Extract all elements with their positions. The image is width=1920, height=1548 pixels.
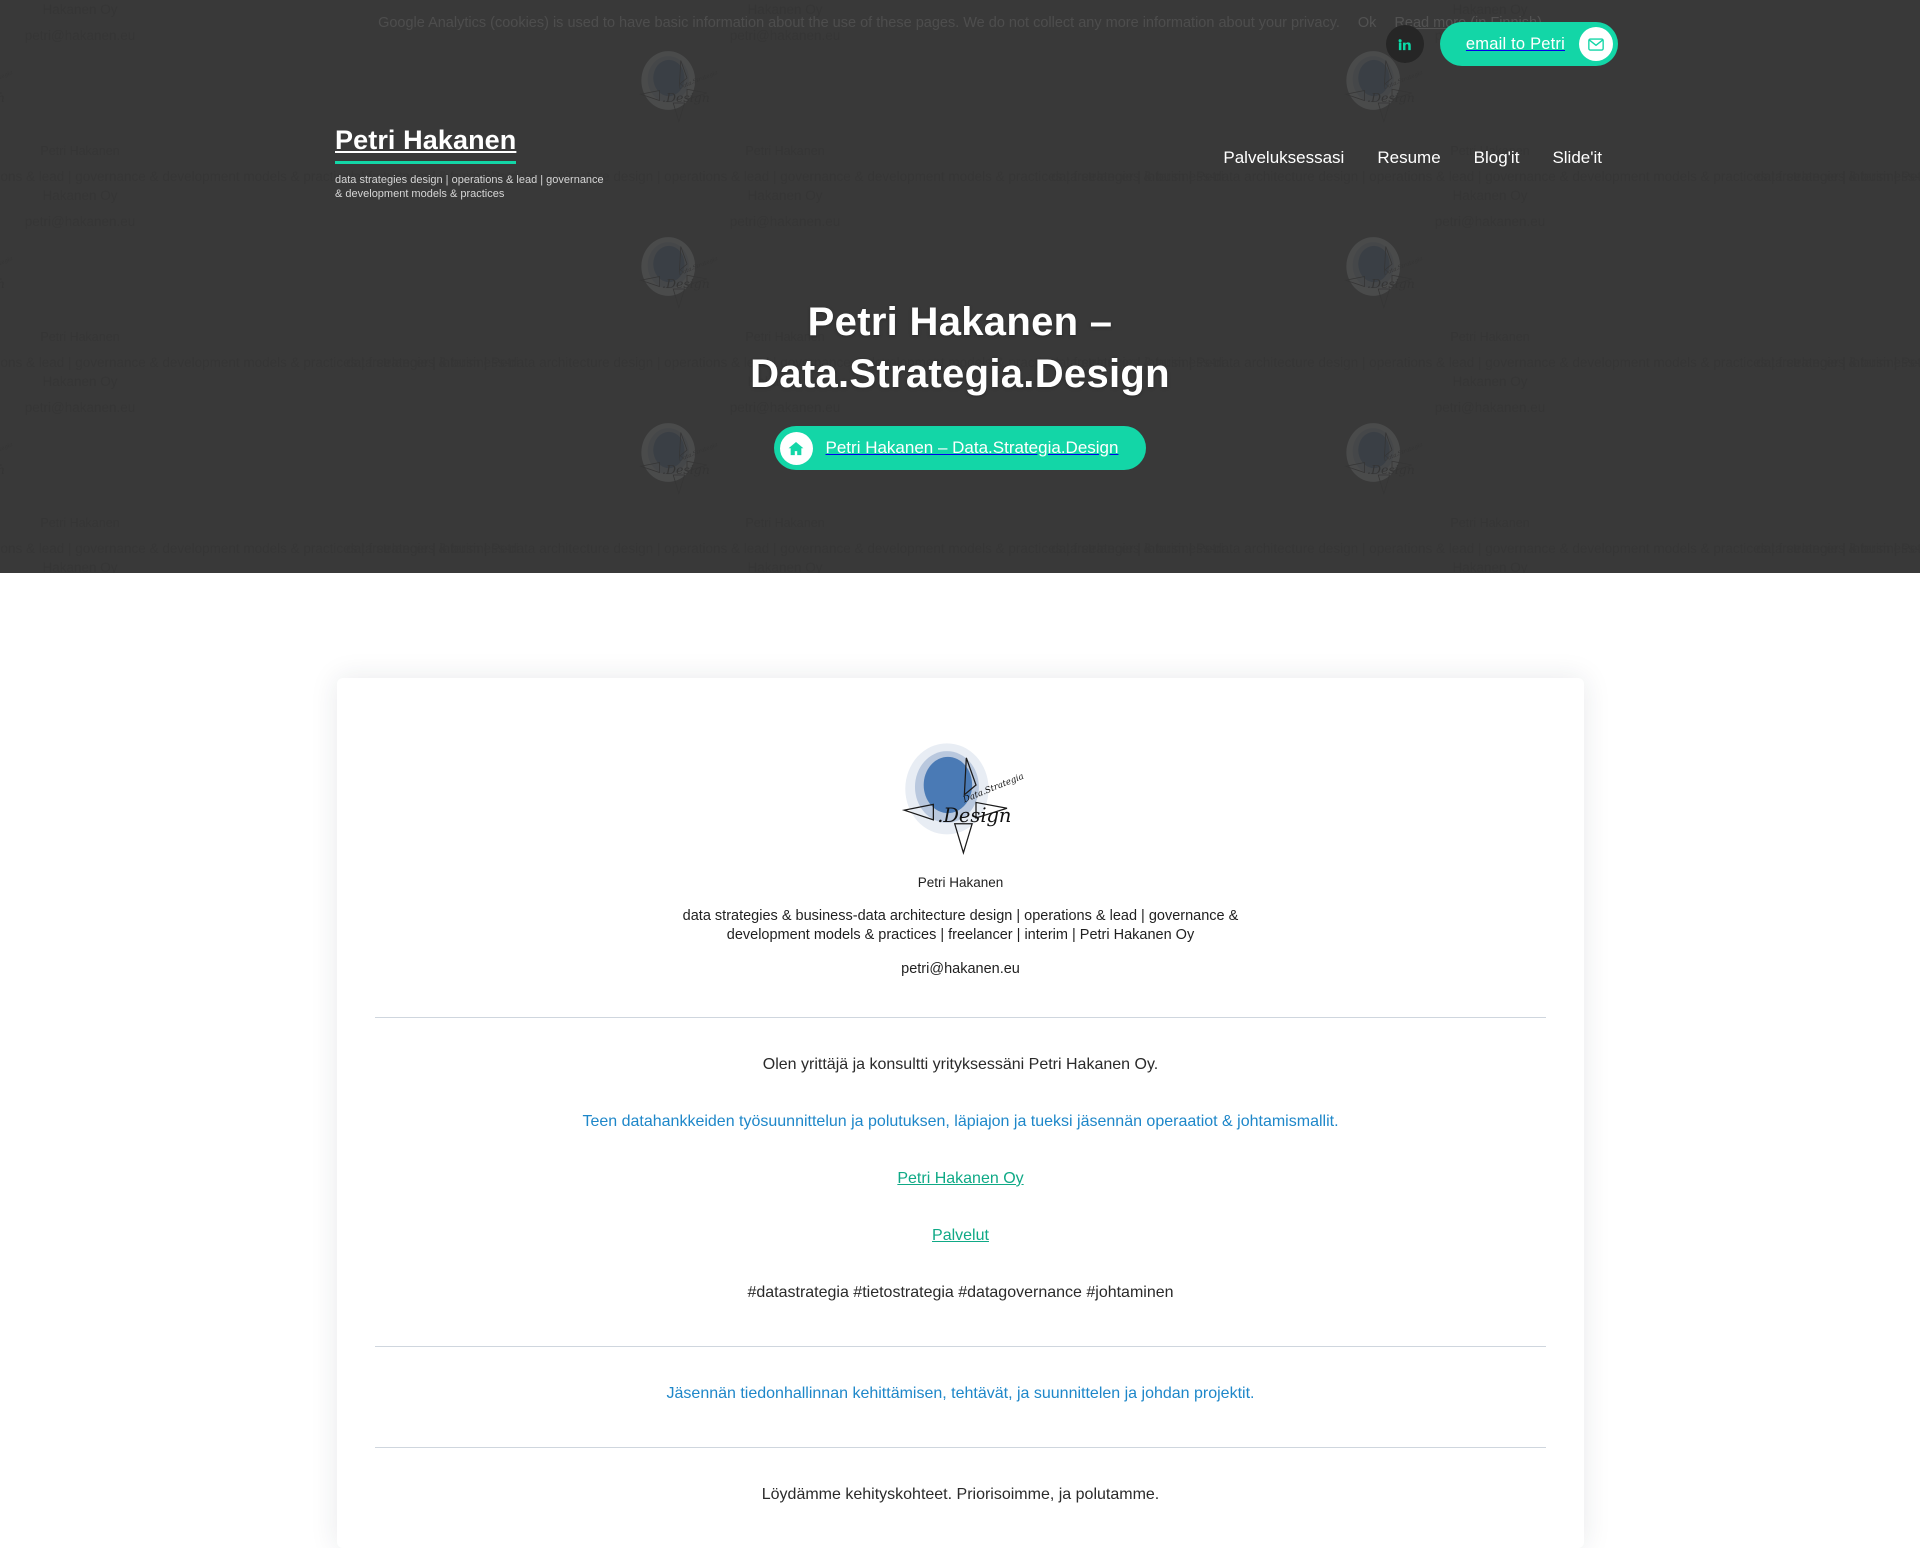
card-body-block: Olen yrittäjä ja konsultti yrityksessäni… [357,1052,1564,1306]
card-body-block-2: Jäsennän tiedonhallinnan kehittämisen, t… [357,1381,1564,1407]
site-title-link[interactable]: Petri Hakanen [335,125,517,164]
site-tagline: data strategies design | operations & le… [335,174,604,200]
card-description: data strategies & business-data architec… [357,907,1564,945]
linkedin-button[interactable] [1385,25,1424,63]
card-email: petri@hakanen.eu [901,961,1020,977]
site-header: Petri Hakanen data strategies design | o… [0,0,1920,212]
envelope-icon-circle [1579,27,1613,61]
linkedin-icon [1398,38,1412,50]
svg-text:.Design: .Design [937,804,1011,827]
hero-title-line2: Data.Strategia.Design [750,352,1170,396]
email-to-petri-button[interactable]: email to Petri [1439,22,1618,66]
card-author-name: Petri Hakanen [917,875,1004,890]
paragraph-dark-2: Löydämme kehityskohteet. Priorisoimme, j… [761,1486,1160,1503]
brand-logo-mark: .Design Data.Strategia [883,738,1038,863]
card-body-block-3: Löydämme kehityskohteet. Priorisoimme, j… [357,1482,1564,1508]
hero-cta-button[interactable]: Petri Hakanen – Data.Strategia.Design [773,426,1147,470]
card-logo-wrapper: .Design Data.Strategia [357,738,1564,863]
nav-item-0[interactable]: Palveluksessasi [1223,148,1344,168]
home-icon-circle [779,431,813,465]
company-link[interactable]: Petri Hakanen Oy [897,1170,1023,1187]
paragraph-hashtags: #datastrategia #tietostrategia #datagove… [747,1284,1174,1301]
email-cta-label: email to Petri [1465,34,1565,53]
brand: Petri Hakanen data strategies design | o… [335,125,605,201]
home-icon [788,441,804,455]
divider-2 [375,1346,1546,1347]
hero-title-line1: Petri Hakanen – [807,300,1113,344]
content-area: .Design Data.Strategia Petri Hakanen data… [0,573,1920,1548]
card-description-line1: data strategies & business-data architec… [682,908,1239,924]
card-description-line2: development models & practices | freelan… [726,927,1195,943]
paragraph-services-link: Palvelut [397,1223,1524,1249]
nav-item-3[interactable]: Slide'it [1552,148,1602,168]
paragraph-intro: Olen yrittäjä ja konsultti yrityksessäni… [762,1056,1159,1073]
paragraph-company-link: Petri Hakanen Oy [397,1166,1524,1192]
envelope-icon [1588,37,1604,51]
nav-item-2[interactable]: Blog'it [1474,148,1520,168]
divider [375,1017,1546,1018]
nav-item-1[interactable]: Resume [1377,148,1440,168]
main-navigation: Palveluksessasi Resume Blog'it Slide'it [1223,148,1602,168]
paragraph-blue-2: Jäsennän tiedonhallinnan kehittämisen, t… [666,1385,1255,1402]
topbar: email to Petri [1385,22,1618,66]
paragraph-services: Teen datahankkeiden työsuunnittelun ja p… [582,1113,1339,1130]
services-link[interactable]: Palvelut [932,1227,989,1244]
divider-3 [375,1447,1546,1448]
hero-title: Petri Hakanen – Data.Strategia.Design [750,296,1170,400]
content-card: .Design Data.Strategia Petri Hakanen data… [337,678,1584,1548]
hero-cta-label: Petri Hakanen – Data.Strategia.Design [825,438,1119,457]
